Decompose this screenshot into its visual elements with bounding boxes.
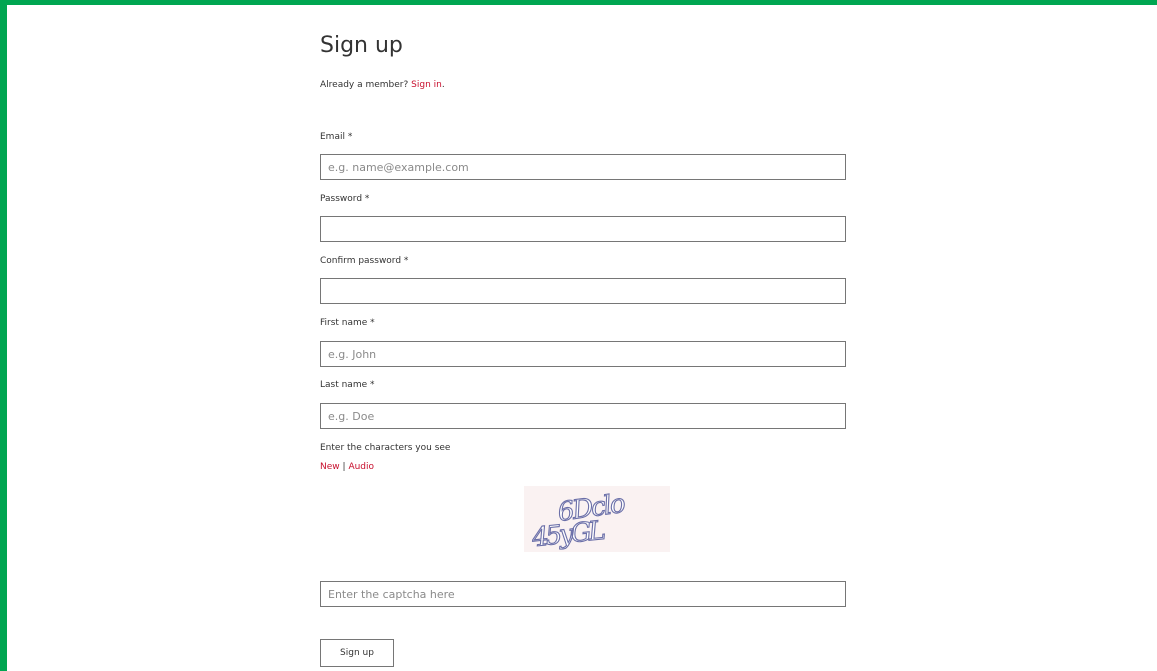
captcha-links: New | Audio (320, 462, 374, 472)
already-member-line: Already a member? Sign in. (320, 80, 445, 90)
sign-in-suffix: . (441, 80, 445, 90)
captcha-image: 6Dclo 45yGL (524, 486, 670, 554)
confirm-password-field[interactable] (320, 278, 846, 304)
page-frame (0, 0, 1157, 671)
password-field[interactable] (320, 216, 846, 242)
password-label: Password * (320, 194, 370, 204)
last-name-field[interactable] (320, 403, 846, 429)
captcha-input[interactable] (320, 581, 846, 607)
captcha-image-graphic: 6Dclo 45yGL (529, 488, 627, 554)
captcha-text-line2: 45yGL (530, 516, 606, 552)
sign-up-button[interactable]: Sign up (320, 639, 394, 667)
first-name-field[interactable] (320, 341, 846, 367)
sign-in-link[interactable]: Sign in (411, 80, 442, 90)
last-name-label: Last name * (320, 380, 375, 390)
captcha-new-link[interactable]: New (320, 462, 340, 472)
captcha-link-separator: | (342, 462, 346, 472)
first-name-label: First name * (320, 318, 375, 328)
page-title: Sign up (320, 33, 403, 58)
captcha-audio-link[interactable]: Audio (348, 462, 374, 472)
confirm-password-label: Confirm password * (320, 256, 409, 266)
captcha-prompt: Enter the characters you see (320, 443, 451, 453)
email-label: Email * (320, 132, 353, 142)
already-member-text: Already a member? (320, 80, 409, 90)
email-field[interactable] (320, 154, 846, 180)
